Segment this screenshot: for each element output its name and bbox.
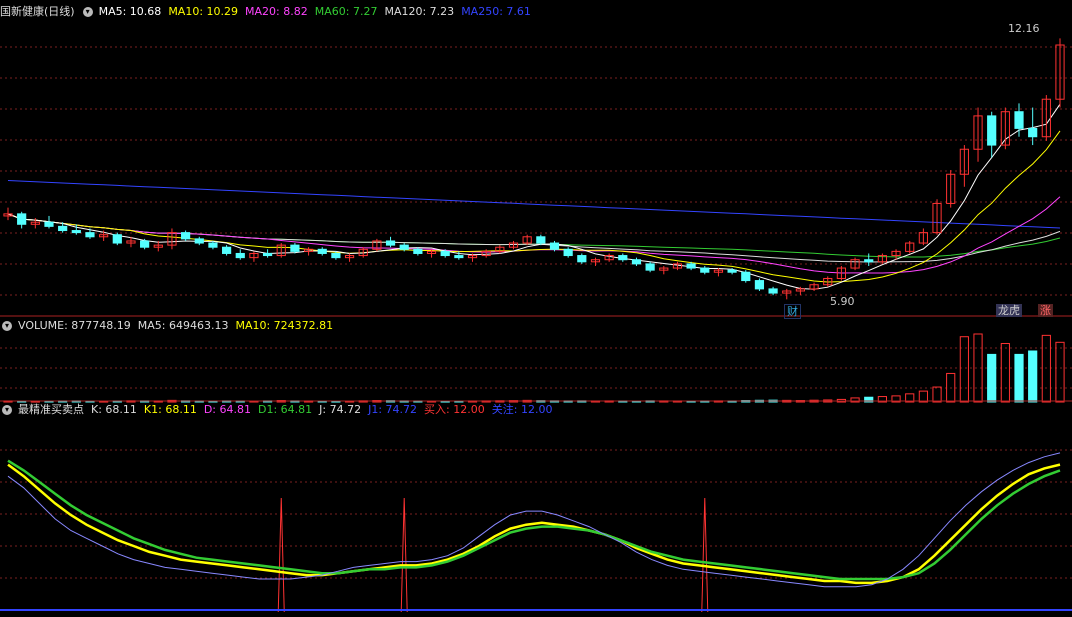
dropdown-icon[interactable]: ▾ <box>2 405 12 415</box>
legend-item: K: 68.11 <box>91 403 137 416</box>
price-panel-header: 国新健康(日线) ▾ MA5: 10.68 MA10: 10.29 MA20: 8.… <box>0 4 531 20</box>
high-price-label: 12.16 <box>1008 22 1040 35</box>
indicator-legend: 最精准买卖点 K: 68.11 K1: 68.11 D: 64.81 D1: 64.81… <box>18 402 552 418</box>
legend-item: MA20: 8.82 <box>245 5 308 18</box>
indicator-line-j <box>7 452 1061 588</box>
candle-body <box>754 280 765 290</box>
volume-bar <box>959 336 969 403</box>
volume-bar <box>932 386 942 403</box>
candle-body <box>71 230 81 234</box>
candle-body <box>563 248 573 257</box>
candle-body <box>221 246 232 254</box>
candle-body <box>536 236 546 244</box>
stock-name: 国新健康(日线) <box>0 5 75 18</box>
candlesticks <box>3 38 1065 300</box>
legend-item: D1: 64.81 <box>258 403 313 416</box>
candle-body <box>181 232 191 240</box>
tag-longhu[interactable]: 龙虎 <box>996 304 1022 317</box>
candle-body <box>44 221 54 227</box>
legend-item: MA60: 7.27 <box>314 5 378 18</box>
volume-bar <box>1041 334 1051 403</box>
legend-item: 关注: 12.00 <box>491 403 553 416</box>
candle-body <box>645 263 655 271</box>
candle-body <box>440 250 450 257</box>
volume-bar <box>1000 343 1010 403</box>
ma250-line <box>7 180 1061 229</box>
candle-body <box>577 255 587 263</box>
volume-panel-header: ▾ VOLUME: 877748.19 MA5: 649463.13 MA10: 7… <box>0 318 333 334</box>
indicator-lines <box>0 452 1072 613</box>
ma10-line <box>7 130 1061 283</box>
candle-body <box>385 240 396 246</box>
low-price-label: 5.90 <box>830 295 855 308</box>
legend-item: J: 74.72 <box>319 403 362 416</box>
volume-bar <box>987 353 997 403</box>
candle-body <box>17 213 27 225</box>
legend-item: J1: 74.72 <box>368 403 418 416</box>
indicator-panel-header: ▾ 最精准买卖点 K: 68.11 K1: 68.11 D: 64.81 D1: 64.… <box>0 402 552 418</box>
candle-body <box>700 267 710 273</box>
legend-item: D: 64.81 <box>203 403 251 416</box>
candle-body <box>235 252 245 259</box>
candle-body <box>1028 127 1038 138</box>
candle-body <box>317 248 327 254</box>
legend-item: VOLUME: 877748.19 <box>18 319 131 332</box>
dropdown-icon[interactable]: ▾ <box>82 7 93 17</box>
legend-item: 最精准买卖点 <box>18 403 84 416</box>
legend-item: MA5: 649463.13 <box>137 319 229 332</box>
legend-item: MA10: 724372.81 <box>235 319 334 332</box>
buy-signal-spike <box>400 497 408 613</box>
volume-bar <box>1014 353 1024 403</box>
candle-body <box>768 288 778 294</box>
stock-chart <box>0 38 1072 613</box>
buy-signal-spike <box>701 497 709 613</box>
candle-body <box>454 255 464 259</box>
candle-body <box>1014 111 1024 129</box>
candle-body <box>864 259 874 263</box>
tag-zhang[interactable]: 涨 <box>1038 304 1053 317</box>
ma60-line <box>7 213 1061 258</box>
volume-legend: VOLUME: 877748.19 MA5: 649463.13 MA10: 724… <box>18 318 333 334</box>
candle-body <box>727 269 737 273</box>
buy-signal-spike <box>277 497 285 613</box>
indicator-line-d <box>7 459 1061 581</box>
candle-body <box>208 242 218 248</box>
candle-body <box>618 255 628 261</box>
candle-body <box>331 252 341 259</box>
moving-average-lines <box>7 103 1061 290</box>
candle-body <box>194 238 204 244</box>
candle-body <box>631 259 642 265</box>
legend-item: MA10: 10.29 <box>168 5 239 18</box>
candle-body <box>987 115 997 146</box>
candle-body <box>549 242 560 250</box>
legend-item: MA120: 7.23 <box>384 5 455 18</box>
candle-body <box>140 240 150 248</box>
candle-body <box>262 252 273 257</box>
legend-item: K1: 68.11 <box>143 403 197 416</box>
legend-item: MA250: 7.61 <box>461 5 531 18</box>
candle-body <box>112 234 122 244</box>
volume-bar <box>1028 350 1038 403</box>
legend-item: 买入: 12.00 <box>424 403 485 416</box>
candle-body <box>85 232 95 238</box>
candle-body <box>399 244 409 250</box>
candle-body <box>741 271 751 282</box>
candle-body <box>413 248 423 254</box>
legend-item: MA5: 10.68 <box>98 5 162 18</box>
ma-legend: MA5: 10.68 MA10: 10.29 MA20: 8.82 MA60: 7.2… <box>99 4 531 20</box>
candle-body <box>686 263 696 269</box>
tag-cai[interactable]: 财 <box>784 304 801 319</box>
volume-bar <box>918 390 928 403</box>
candle-body <box>290 244 300 252</box>
grid-lines <box>0 46 1072 579</box>
dropdown-icon[interactable]: ▾ <box>2 321 12 331</box>
volume-bar <box>1055 341 1065 403</box>
candle-body <box>58 225 68 232</box>
